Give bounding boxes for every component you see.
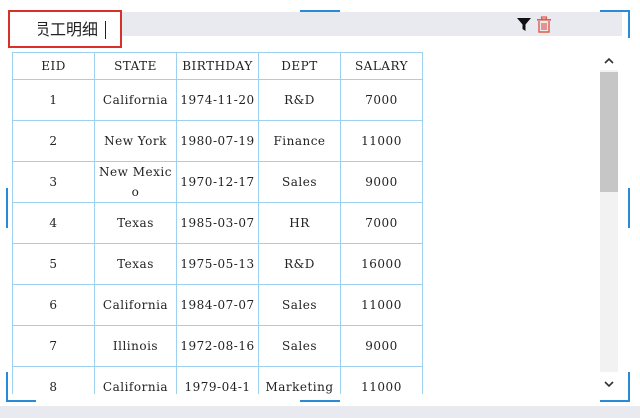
cell-salary[interactable]: 11000 bbox=[340, 120, 423, 162]
cell-eid[interactable]: 2 bbox=[12, 120, 95, 162]
column-header-state[interactable]: STATE bbox=[94, 52, 177, 80]
cell-salary[interactable]: 9000 bbox=[340, 325, 423, 367]
cell-state[interactable]: Texas bbox=[94, 243, 177, 285]
column-header-birthday[interactable]: BIRTHDAY bbox=[176, 52, 259, 80]
trash-icon[interactable] bbox=[536, 16, 552, 34]
resize-handle-top-right[interactable] bbox=[600, 10, 630, 12]
cell-state[interactable]: California bbox=[94, 366, 177, 394]
cell-salary[interactable]: 7000 bbox=[340, 202, 423, 244]
cell-salary[interactable]: 11000 bbox=[340, 366, 423, 394]
resize-handle-bottom-right[interactable] bbox=[600, 400, 630, 402]
cell-eid[interactable]: 7 bbox=[12, 325, 95, 367]
resize-handle-bottom-right[interactable] bbox=[628, 372, 630, 402]
cell-salary[interactable]: 9000 bbox=[340, 161, 423, 203]
resize-handle-top[interactable] bbox=[300, 10, 340, 12]
cell-salary[interactable]: 11000 bbox=[340, 284, 423, 326]
column-header-eid[interactable]: EID bbox=[12, 52, 95, 80]
resize-handle-top-right[interactable] bbox=[628, 10, 630, 38]
cell-birthday[interactable]: 1972-08-16 bbox=[176, 325, 259, 367]
text-cursor bbox=[105, 21, 106, 39]
cell-eid[interactable]: 6 bbox=[12, 284, 95, 326]
data-table: EID STATE BIRTHDAY DEPT SALARY 1 Califor… bbox=[12, 52, 423, 394]
resize-handle-bottom-left[interactable] bbox=[6, 372, 8, 402]
cell-state[interactable]: New York bbox=[94, 120, 177, 162]
cell-eid[interactable]: 8 bbox=[12, 366, 95, 394]
next-panel-edge bbox=[0, 406, 640, 418]
chevron-up-icon[interactable] bbox=[601, 53, 617, 69]
cell-dept[interactable]: Marketing bbox=[258, 366, 341, 394]
cell-birthday[interactable]: 1984-07-07 bbox=[176, 284, 259, 326]
cell-birthday[interactable]: 1985-03-07 bbox=[176, 202, 259, 244]
cell-eid[interactable]: 3 bbox=[12, 161, 95, 203]
cell-eid[interactable]: 4 bbox=[12, 202, 95, 244]
table-row[interactable]: 2 New York 1980-07-19 Finance 11000 bbox=[12, 120, 423, 162]
cell-state[interactable]: Texas bbox=[94, 202, 177, 244]
cell-dept[interactable]: Finance bbox=[258, 120, 341, 162]
cell-dept[interactable]: Sales bbox=[258, 284, 341, 326]
cell-state[interactable]: California bbox=[94, 79, 177, 121]
cell-eid[interactable]: 5 bbox=[12, 243, 95, 285]
cell-salary[interactable]: 16000 bbox=[340, 243, 423, 285]
panel-title[interactable]: 员工明细 bbox=[38, 18, 98, 42]
table-row[interactable]: 1 California 1974-11-20 R&D 7000 bbox=[12, 79, 423, 121]
table-row[interactable]: 3 New Mexico 1970-12-17 Sales 9000 bbox=[12, 161, 423, 203]
vertical-scrollbar[interactable] bbox=[598, 50, 620, 396]
cell-birthday[interactable]: 1970-12-17 bbox=[176, 161, 259, 203]
resize-handle-bottom[interactable] bbox=[300, 400, 340, 402]
cell-birthday[interactable]: 1974-11-20 bbox=[176, 79, 259, 121]
table-header-row: EID STATE BIRTHDAY DEPT SALARY bbox=[12, 52, 423, 80]
cell-birthday[interactable]: 1980-07-19 bbox=[176, 120, 259, 162]
cell-dept[interactable]: R&D bbox=[258, 79, 341, 121]
resize-handle-right[interactable] bbox=[628, 188, 630, 228]
cell-state[interactable]: California bbox=[94, 284, 177, 326]
table-row[interactable]: 8 California 1979-04-1 Marketing 11000 bbox=[12, 366, 423, 394]
table-row[interactable]: 5 Texas 1975-05-13 R&D 16000 bbox=[12, 243, 423, 285]
column-header-salary[interactable]: SALARY bbox=[340, 52, 423, 80]
cell-dept[interactable]: Sales bbox=[258, 161, 341, 203]
chevron-down-icon[interactable] bbox=[601, 376, 617, 392]
filter-icon[interactable] bbox=[516, 16, 532, 34]
column-header-dept[interactable]: DEPT bbox=[258, 52, 341, 80]
cell-state[interactable]: Illinois bbox=[94, 325, 177, 367]
cell-dept[interactable]: R&D bbox=[258, 243, 341, 285]
data-table-container: EID STATE BIRTHDAY DEPT SALARY 1 Califor… bbox=[12, 52, 424, 394]
cell-birthday[interactable]: 1975-05-13 bbox=[176, 243, 259, 285]
table-row[interactable]: 7 Illinois 1972-08-16 Sales 9000 bbox=[12, 325, 423, 367]
resize-handle-left[interactable] bbox=[6, 188, 8, 228]
cell-state[interactable]: New Mexico bbox=[94, 161, 177, 203]
cell-eid[interactable]: 1 bbox=[12, 79, 95, 121]
cell-dept[interactable]: Sales bbox=[258, 325, 341, 367]
cell-birthday[interactable]: 1979-04-1 bbox=[176, 366, 259, 394]
cell-salary[interactable]: 7000 bbox=[340, 79, 423, 121]
cell-dept[interactable]: HR bbox=[258, 202, 341, 244]
table-row[interactable]: 6 California 1984-07-07 Sales 11000 bbox=[12, 284, 423, 326]
scrollbar-thumb[interactable] bbox=[600, 72, 618, 192]
title-edit-box[interactable]: 员工明细 bbox=[8, 10, 122, 48]
table-row[interactable]: 4 Texas 1985-03-07 HR 7000 bbox=[12, 202, 423, 244]
resize-handle-bottom-left[interactable] bbox=[6, 400, 36, 402]
